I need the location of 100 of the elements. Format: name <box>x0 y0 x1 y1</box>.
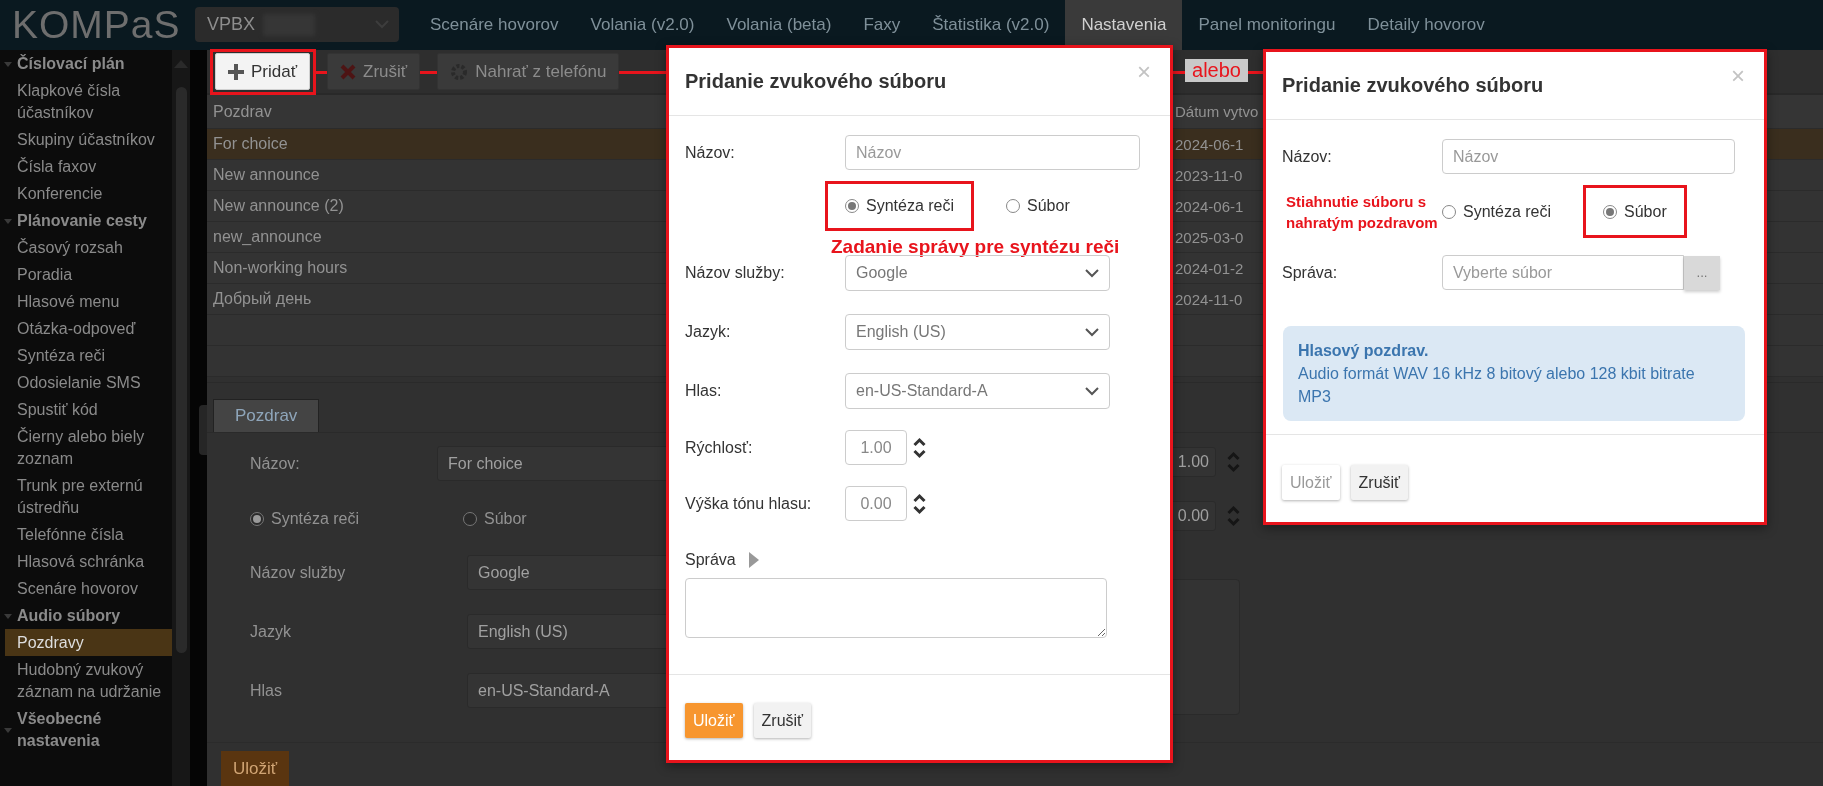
sidebar-item[interactable]: Čierny alebo biely zoznam <box>0 423 172 472</box>
table-cell-text: 2024-01-2 <box>1174 259 1244 277</box>
browse-button[interactable]: ... <box>1684 255 1720 290</box>
up-down-arrows-icon[interactable] <box>913 492 926 515</box>
number-field[interactable]: 0.00 <box>845 486 907 521</box>
radio-option[interactable]: Súbor <box>463 510 676 528</box>
info-text: Audio formát WAV 16 kHz 8 bitový alebo 128 kbit bitrate MP3 <box>1298 364 1696 407</box>
radio-button[interactable] <box>1603 204 1618 219</box>
table-cell-text: 2024-06-1 <box>1174 197 1244 215</box>
table-cell-text: 2024-11-0 <box>1174 290 1243 308</box>
field-label: Názov služby: <box>685 264 786 282</box>
save-button[interactable]: Uložiť <box>221 751 290 786</box>
sidebar-item[interactable]: Konferencie <box>0 180 172 207</box>
radio-label: Syntéza reči <box>1463 202 1552 221</box>
account-select[interactable]: VPBX <box>195 7 399 42</box>
nav-tab[interactable]: Nastavenia <box>1065 0 1183 50</box>
sidebar-item[interactable]: Syntéza reči <box>0 342 172 369</box>
sidebar-item[interactable]: Klapkové čísla účastníkov <box>0 77 172 126</box>
sidebar-item[interactable]: Časový rozsah <box>0 234 172 261</box>
sidebar-item[interactable]: Odosielanie SMS <box>0 369 172 396</box>
cancel-button[interactable]: Zrušiť <box>753 703 812 738</box>
name-field[interactable]: Názov <box>1442 139 1735 174</box>
radio-option[interactable]: Syntéza reči <box>1442 202 1552 221</box>
table-cell-text: 2024-06-1 <box>1174 135 1244 153</box>
delete-button[interactable]: Zrušiť <box>327 53 421 90</box>
sidebar-item[interactable]: Otázka-odpoveď <box>0 315 172 342</box>
file-field[interactable]: Vyberte súbor <box>1442 255 1684 290</box>
dropdown[interactable]: en-US-Standard-A <box>845 373 1110 409</box>
add-button[interactable]: Pridať <box>215 53 311 90</box>
sidebar-item[interactable]: Telefónne čísla <box>0 521 172 548</box>
sidebar-group[interactable]: Všeobecné nastavenia <box>0 705 172 754</box>
table-cell-text: new_announce <box>212 228 322 246</box>
logo: KOMPaS <box>11 2 182 48</box>
cancel-button[interactable]: Zrušiť <box>1350 465 1409 500</box>
nav-tab[interactable]: Volania (v2.0) <box>574 0 711 50</box>
sidebar-item[interactable]: Hlasové menu <box>0 288 172 315</box>
radio-button[interactable] <box>250 512 264 526</box>
info-title: Hlasový pozdrav. <box>1298 341 1430 361</box>
annotation-text: Zadanie správy pre syntézu reči <box>831 236 1120 258</box>
sidebar-item[interactable]: Scenáre hovorov <box>0 575 172 602</box>
annotation-label: alebo <box>1185 59 1248 82</box>
radio-option[interactable]: Syntéza reči <box>250 510 463 528</box>
sidebar-item[interactable]: Pozdravy <box>5 629 172 656</box>
panel-tab[interactable]: Pozdrav <box>213 399 320 432</box>
nav-tab[interactable]: Scenáre hovorov <box>414 0 575 50</box>
sidebar-group[interactable]: Číslovací plán <box>0 50 172 77</box>
field-label: Názov služby <box>250 563 347 582</box>
field-label: Jazyk <box>250 622 292 641</box>
sidebar-item[interactable]: Čísla faxov <box>0 153 172 180</box>
field-label: Správa: <box>1282 263 1339 282</box>
field-label: Názov: <box>685 143 736 162</box>
field-label: Názov: <box>1282 147 1333 166</box>
sidebar-item[interactable]: Trunk pre externú ústredňu <box>0 472 172 521</box>
plus-icon <box>228 63 244 80</box>
sidebar-group[interactable]: Audio súbory <box>0 602 172 629</box>
play-icon[interactable] <box>748 552 759 568</box>
radio-button[interactable] <box>845 199 859 213</box>
nav-tab[interactable]: Detaily hovorov <box>1351 0 1501 50</box>
field-label: Jazyk: <box>685 323 732 341</box>
dialog-title: Pridanie zvukového súboru <box>685 70 947 93</box>
nav-tab[interactable]: Panel monitoringu <box>1182 0 1352 50</box>
annotation-text: Stiahnutie súboru s nahratým pozdravom <box>1285 191 1439 233</box>
radio-label: Súbor <box>1624 202 1667 221</box>
dropdown[interactable]: English (US) <box>845 314 1110 350</box>
radio-button[interactable] <box>1006 199 1021 213</box>
radio-label: Syntéza reči <box>866 197 955 215</box>
radio-option[interactable]: Súbor <box>1583 185 1687 238</box>
table-cell-text: 2025-03-0 <box>1174 228 1244 246</box>
radio-option[interactable]: Syntéza reči <box>825 181 975 231</box>
dropdown[interactable]: Google <box>845 255 1110 291</box>
scrollbar[interactable] <box>172 50 190 786</box>
radio-label: Súbor <box>1027 197 1070 215</box>
radio-label: Syntéza reči <box>271 510 360 528</box>
radio-button[interactable] <box>463 512 477 526</box>
sidebar-group[interactable]: Plánovanie cesty <box>0 207 172 234</box>
sidebar-item[interactable]: Hudobný zvukový záznam na udržanie <box>0 656 172 705</box>
sidebar-item[interactable]: Skupiny účastníkov <box>0 126 172 153</box>
chevron-down-icon <box>1085 327 1099 337</box>
radio-label: Súbor <box>484 510 527 528</box>
sidebar-item[interactable]: Spustiť kód <box>0 396 172 423</box>
radio-option[interactable]: Súbor <box>1006 197 1070 215</box>
field-label: Výška tónu hlasu: <box>685 494 813 513</box>
radio-button[interactable] <box>1442 204 1456 219</box>
sidebar-item[interactable]: Poradia <box>0 261 172 288</box>
x-mark-icon <box>340 63 357 80</box>
field-label: Hlas: <box>685 382 723 400</box>
collapse-handle[interactable] <box>199 405 207 455</box>
upload-button[interactable]: Nahrať z telefónu <box>437 53 620 90</box>
chevron-down-icon <box>1085 386 1099 396</box>
field-label: Správa <box>685 551 736 569</box>
chevron-down-icon <box>1085 268 1099 278</box>
field-label: Hlas <box>250 681 283 700</box>
number-field[interactable]: 1.00 <box>845 430 907 465</box>
table-cell-text: For choice <box>212 135 288 153</box>
field-label: Názov: <box>250 454 301 473</box>
sidebar-item[interactable]: Hlasová schránka <box>0 548 172 575</box>
column-header: Pozdrav <box>212 102 272 121</box>
up-down-arrows-icon[interactable] <box>913 436 926 459</box>
table-cell-text: Non-working hours <box>212 259 348 277</box>
name-field[interactable]: Názov <box>845 135 1140 170</box>
